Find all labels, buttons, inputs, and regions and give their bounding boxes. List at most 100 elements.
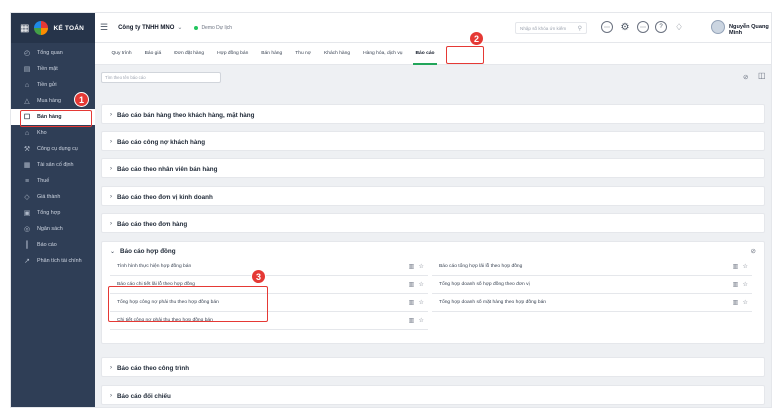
step-badge-2: 2 <box>469 31 484 46</box>
tab-item[interactable]: Đơn đặt hàng <box>168 43 211 65</box>
chat-icon[interactable]: ⋯ <box>637 21 649 33</box>
sidebar-item[interactable]: ⌂ Kho <box>11 125 95 141</box>
tab-item[interactable]: Báo giá <box>138 43 168 65</box>
report-filter-input[interactable]: Tìm theo tên báo cáo <box>101 72 221 83</box>
tab-item[interactable]: Bán hàng <box>255 43 289 65</box>
star-icon[interactable]: ☆ <box>742 263 748 270</box>
logo-text: KẾ TOÁN <box>53 24 84 32</box>
group-header[interactable]: › Báo cáo đối chiếu <box>110 386 171 406</box>
chevron-right-icon[interactable]: › <box>110 393 112 399</box>
sidebar-nav: ◴ Tổng quan ▤ Tiền mặt ⌂ Tiền gửi △ Mua hàng ☐ Bá… <box>11 43 95 269</box>
sidebar-item[interactable]: ⚒ Công cụ dụng cụ <box>11 141 95 157</box>
group-header[interactable]: › Báo cáo theo đơn hàng <box>110 214 187 234</box>
sidebar-item-label: Mua hàng <box>37 98 61 104</box>
report-view-icon[interactable]: ▥ <box>733 299 739 306</box>
star-icon[interactable]: ☆ <box>418 317 424 324</box>
report-view-icon[interactable]: ▥ <box>409 263 415 270</box>
help-icon[interactable]: ? <box>655 21 667 33</box>
group-header[interactable]: › Báo cáo theo đơn vị kinh doanh <box>110 187 213 207</box>
star-icon[interactable]: ☆ <box>742 281 748 288</box>
tab-item[interactable]: Báo cáo <box>409 43 441 65</box>
search-input[interactable]: Nhập số khóa ứn kiếm ⚲ <box>515 22 587 34</box>
group-title: Báo cáo bán hàng theo khách hàng, mặt hà… <box>117 111 255 119</box>
demo-label[interactable]: Demo Dự lịch <box>201 25 232 31</box>
report-row[interactable]: Tình hình thực hiện hợp đồng bán ▥ ☆ <box>110 258 428 276</box>
gear-icon[interactable]: ⚙ <box>619 21 631 33</box>
step-badge-3: 3 <box>251 269 266 284</box>
sidebar-item[interactable]: ≡ Thuế <box>11 173 95 189</box>
search-icon[interactable]: ⚲ <box>578 25 582 32</box>
star-icon[interactable]: ☆ <box>418 281 424 288</box>
menu-icon[interactable]: ☰ <box>100 22 108 33</box>
star-icon[interactable]: ☆ <box>742 299 748 306</box>
sidebar-item-label: Phân tích tài chính <box>37 258 82 264</box>
cash-icon: ▤ <box>23 66 31 73</box>
chevron-right-icon[interactable]: › <box>110 194 112 200</box>
tab-item[interactable]: Khách hàng <box>317 43 356 65</box>
sidebar-item[interactable]: ▦ Tài sản cố định <box>11 157 95 173</box>
step-badge-1: 1 <box>74 92 89 107</box>
sidebar-item-label: Báo cáo <box>37 242 57 248</box>
chevron-right-icon[interactable]: › <box>110 365 112 371</box>
tab-bar: Quy trình Báo giá Đơn đặt hàng Hợp đồng bán… <box>95 43 771 65</box>
tax-icon: ≡ <box>24 177 30 185</box>
search-placeholder: Nhập số khóa ứn kiếm <box>520 25 567 31</box>
group-header[interactable]: › Báo cáo theo nhân viên bán hàng <box>110 159 217 179</box>
group-header[interactable]: › Báo cáo công nợ khách hàng <box>110 132 205 152</box>
tab-item[interactable]: Hàng hóa, dịch vụ <box>357 43 409 65</box>
tab-item[interactable]: Hợp đồng bán <box>211 43 255 65</box>
report-view-icon[interactable]: ▥ <box>409 317 415 324</box>
sidebar-item[interactable]: ↗ Phân tích tài chính <box>11 253 95 269</box>
bell-icon[interactable]: ♢ <box>673 21 685 33</box>
sidebar-item[interactable]: ▤ Tiền mặt <box>11 61 95 77</box>
tools-icon: ⚒ <box>23 146 31 153</box>
star-icon[interactable]: ☆ <box>418 299 424 306</box>
bank-icon: ⌂ <box>24 81 30 89</box>
report-view-icon[interactable]: ▥ <box>409 299 415 306</box>
chevron-right-icon[interactable]: › <box>110 221 112 227</box>
row-actions: ▥ ☆ <box>409 281 424 288</box>
sidebar-item[interactable]: ⌂ Tiền gửi <box>11 77 95 93</box>
report-view-icon[interactable]: ▥ <box>733 263 739 270</box>
hide-icon[interactable]: ⊘ <box>751 247 756 255</box>
tab-item[interactable]: Thu nợ <box>289 43 318 65</box>
analysis-icon: ↗ <box>24 258 30 265</box>
user-name[interactable]: Nguyễn Quang Minh <box>729 24 771 36</box>
report-view-icon[interactable]: ▥ <box>409 281 415 288</box>
group-header[interactable]: › Báo cáo bán hàng theo khách hàng, mặt h… <box>110 105 255 125</box>
tab-item[interactable]: Quy trình <box>105 43 138 65</box>
row-actions: ▥ ☆ <box>733 299 748 306</box>
report-name[interactable]: Tổng hợp doanh số mặt hàng theo hợp đồng… <box>439 300 546 305</box>
options-icon[interactable]: ◫ <box>758 71 766 80</box>
chevron-right-icon[interactable]: › <box>110 139 112 145</box>
report-name[interactable]: Tổng hợp doanh số hợp đồng theo đơn vị <box>439 282 530 287</box>
sidebar-item[interactable]: ◇ Giá thành <box>11 189 95 205</box>
group-header[interactable]: › Báo cáo theo công trình <box>110 358 189 378</box>
sidebar-item[interactable]: ┃ Báo cáo <box>11 237 95 253</box>
star-icon[interactable]: ☆ <box>418 263 424 270</box>
report-group: › Báo cáo theo đơn hàng <box>101 213 765 233</box>
report-row[interactable]: Tổng hợp doanh số mặt hàng theo hợp đồng… <box>432 294 752 312</box>
chevron-down-icon[interactable]: ⌄ <box>177 24 182 31</box>
sidebar-item[interactable]: ▣ Tổng hợp <box>11 205 95 221</box>
top-bar: ☰ Công ty TNHH MNO ⌄ Demo Dự lịch Nhập s… <box>95 13 771 43</box>
summary-icon: ▣ <box>23 210 31 217</box>
chevron-right-icon[interactable]: › <box>110 112 112 118</box>
more-icon[interactable]: ⋯ <box>601 21 613 33</box>
sidebar-item[interactable]: ◴ Tổng quan <box>11 45 95 61</box>
avatar[interactable] <box>711 20 725 34</box>
company-selector[interactable]: Công ty TNHH MNO <box>118 25 174 31</box>
logo[interactable]: ▦ KẾ TOÁN <box>11 13 95 43</box>
report-name[interactable]: Báo cáo tổng hợp lãi lỗ theo hợp đồng <box>439 264 522 269</box>
report-row[interactable]: Báo cáo tổng hợp lãi lỗ theo hợp đồng ▥ ☆ <box>432 258 752 276</box>
chevron-down-icon[interactable]: ⌄ <box>110 248 115 255</box>
app-grid-icon[interactable]: ▦ <box>20 23 29 34</box>
report-view-icon[interactable]: ▥ <box>733 281 739 288</box>
row-actions: ▥ ☆ <box>409 263 424 270</box>
report-row[interactable]: Tổng hợp doanh số hợp đồng theo đơn vị ▥ ☆ <box>432 276 752 294</box>
hide-icon[interactable]: ⊘ <box>743 73 748 81</box>
report-name[interactable]: Tình hình thực hiện hợp đồng bán <box>117 264 191 269</box>
asset-icon: ▦ <box>23 162 31 169</box>
chevron-right-icon[interactable]: › <box>110 166 112 172</box>
sidebar-item[interactable]: ◎ Ngân sách <box>11 221 95 237</box>
